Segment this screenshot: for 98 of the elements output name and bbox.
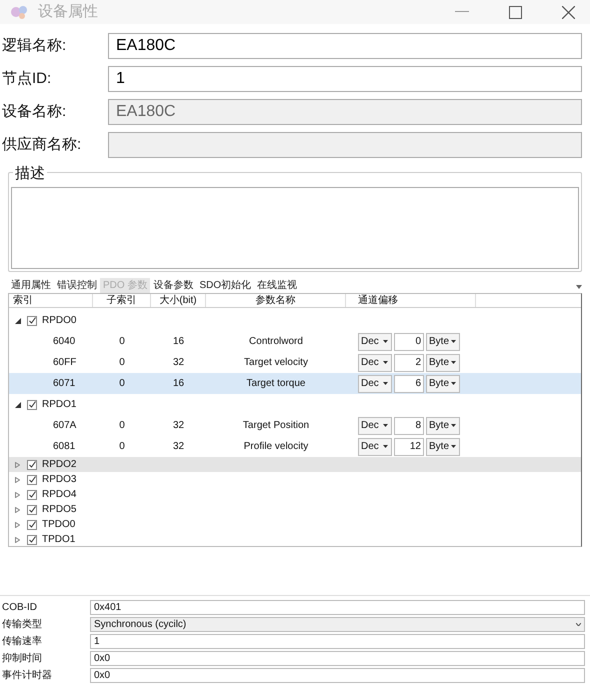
column-header: 子索引 xyxy=(93,294,151,307)
table-cell-text: 607A xyxy=(52,419,78,433)
checkbox[interactable] xyxy=(27,474,37,484)
description-field[interactable] xyxy=(11,187,579,269)
table-cell-text: Target torque xyxy=(246,377,306,391)
tree-label: RPDO1 xyxy=(42,398,76,412)
table-cell-text: 6040 xyxy=(52,335,76,349)
maximize-icon[interactable] xyxy=(509,6,522,18)
table-cell-text: Profile velocity xyxy=(242,440,310,454)
unit-dropdown[interactable]: Byte xyxy=(426,438,460,456)
table-cell-text: 32 xyxy=(172,419,186,433)
checkbox[interactable] xyxy=(27,534,37,544)
tab[interactable]: 通用属性 xyxy=(8,278,54,293)
table-cell-text: 16 xyxy=(172,377,186,391)
tree-label: RPDO0 xyxy=(42,314,76,328)
caret-icon xyxy=(451,445,456,448)
column-header: 大小(bit) xyxy=(151,294,206,307)
caret-icon xyxy=(383,382,388,385)
tree-label: RPDO2 xyxy=(42,458,76,472)
offset-field[interactable]: 2 xyxy=(394,354,424,372)
field-label: 设备名称: xyxy=(1,102,68,122)
table-cell-text: 16 xyxy=(172,335,186,349)
column-header: 索引 xyxy=(9,294,93,307)
close-icon[interactable] xyxy=(562,6,575,18)
input-field[interactable]: EA180C xyxy=(108,33,582,59)
offset-field[interactable]: 0 xyxy=(394,332,424,350)
dropdown-arrow-icon[interactable] xyxy=(576,285,582,289)
setting-label: 抑制时间 xyxy=(1,652,43,666)
caret-icon xyxy=(383,361,388,364)
tree-label: RPDO3 xyxy=(42,473,76,487)
app-icon xyxy=(10,4,30,20)
caret-icon xyxy=(451,382,456,385)
field-label: 逻辑名称: xyxy=(1,36,68,56)
input-field[interactable]: 1 xyxy=(90,634,585,649)
format-dropdown[interactable]: Dec xyxy=(358,438,392,456)
format-dropdown[interactable]: Dec xyxy=(358,332,392,350)
table-cell-text: 0 xyxy=(118,440,126,454)
format-dropdown[interactable]: Dec xyxy=(358,374,392,392)
dropdown[interactable]: Synchronous (cycilc) xyxy=(90,617,585,632)
table-cell-text: 32 xyxy=(172,356,186,370)
unit-dropdown[interactable]: Byte xyxy=(426,416,460,434)
unit-dropdown[interactable]: Byte xyxy=(426,332,460,350)
unit-dropdown[interactable]: Byte xyxy=(426,354,460,372)
tab[interactable]: 设备参数 xyxy=(150,278,196,293)
tab[interactable]: 在线监视 xyxy=(254,278,300,293)
table-cell-text: 6081 xyxy=(52,440,76,454)
offset-field[interactable]: 6 xyxy=(394,374,424,392)
input-field[interactable]: 1 xyxy=(108,66,582,92)
caret-icon xyxy=(383,424,388,427)
selected-row[interactable]: 6071 0 16 Target torque Dec 6 Byte xyxy=(9,373,581,394)
setting-label: 事件计时器 xyxy=(1,668,53,683)
table-cell-text: 60FF xyxy=(52,356,78,370)
format-dropdown[interactable]: Dec xyxy=(358,416,392,434)
caret-icon xyxy=(383,445,388,448)
offset-field[interactable]: 8 xyxy=(394,416,424,434)
checkbox[interactable] xyxy=(27,490,37,500)
expander-icon[interactable] xyxy=(15,318,21,324)
table-cell-text: 0 xyxy=(118,335,126,349)
setting-label: 传输速率 xyxy=(1,634,43,649)
window-title: 设备属性 xyxy=(38,2,98,22)
tab[interactable]: 错误控制 xyxy=(54,278,100,293)
tree-label: RPDO4 xyxy=(42,488,76,502)
checkbox[interactable] xyxy=(27,520,37,530)
setting-label: COB-ID xyxy=(1,601,38,615)
input-field[interactable]: 0x401 xyxy=(90,600,585,615)
field-label: 供应商名称: xyxy=(1,134,82,155)
expander-icon[interactable] xyxy=(15,402,21,408)
minimize-icon[interactable] xyxy=(455,11,469,13)
unit-dropdown[interactable]: Byte xyxy=(426,374,460,392)
table-cell-text: Controlword xyxy=(248,335,304,349)
field-label: 节点ID: xyxy=(1,68,52,89)
table-cell-text: 0 xyxy=(118,356,126,370)
table-cell-text: 0 xyxy=(118,419,126,433)
input-field[interactable]: 0x0 xyxy=(90,668,585,683)
column-header: 通道偏移 xyxy=(346,294,476,307)
column-header: 参数名称 xyxy=(206,294,346,307)
tree-label: RPDO5 xyxy=(42,503,76,517)
table-cell-text: 0 xyxy=(118,377,126,391)
tree-label: TPDO1 xyxy=(42,533,76,546)
checkbox[interactable] xyxy=(27,504,37,514)
caret-icon xyxy=(451,340,456,343)
table-cell-text: 6071 xyxy=(52,377,76,391)
format-dropdown[interactable]: Dec xyxy=(358,354,392,372)
table-cell-text: Target velocity xyxy=(243,356,309,370)
input-field[interactable]: 0x0 xyxy=(90,651,585,666)
caret-icon xyxy=(383,340,388,343)
tree-label: TPDO0 xyxy=(42,518,76,532)
setting-label: 传输类型 xyxy=(1,618,43,632)
table-cell-text: 32 xyxy=(172,440,186,454)
caret-icon xyxy=(451,361,456,364)
checkbox[interactable] xyxy=(27,400,37,410)
table-cell-text: Target Position xyxy=(242,419,310,433)
checkbox[interactable] xyxy=(27,316,37,326)
offset-field[interactable]: 12 xyxy=(394,438,424,456)
tab[interactable]: SDO初始化 xyxy=(196,278,254,293)
caret-icon xyxy=(451,424,456,427)
checkbox[interactable] xyxy=(27,460,37,470)
chevron-down-icon xyxy=(576,623,581,626)
